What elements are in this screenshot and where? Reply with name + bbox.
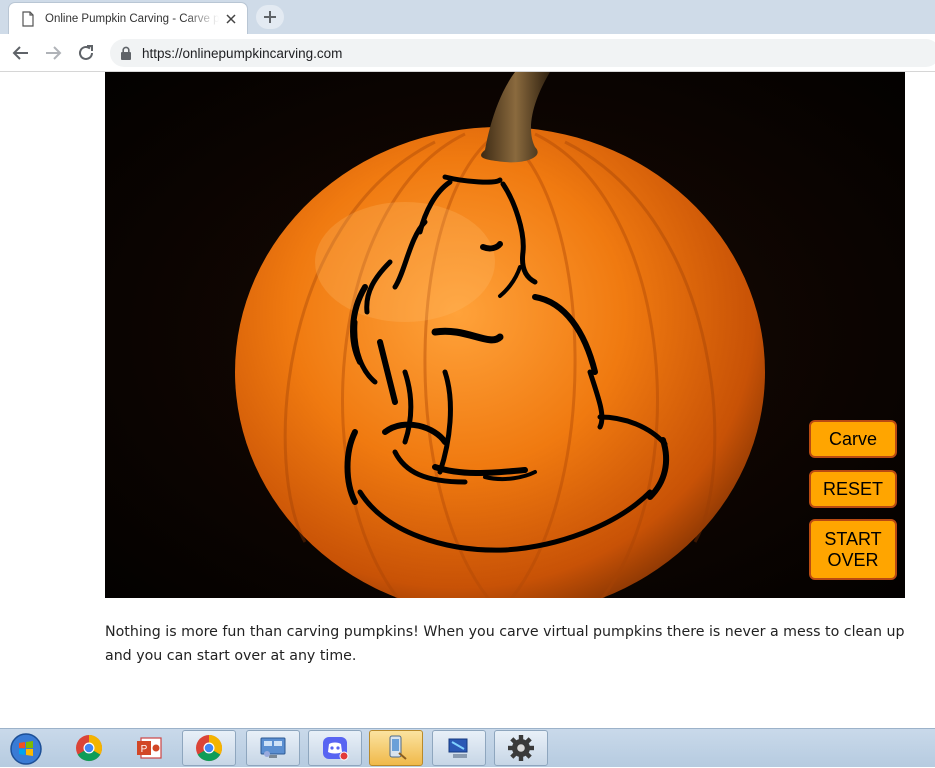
plus-icon <box>264 11 276 23</box>
carve-button[interactable]: Carve <box>809 420 897 458</box>
tab-strip: Online Pumpkin Carving - Carve pumpkins … <box>0 0 935 34</box>
page-description: Nothing is more fun than carving pumpkin… <box>105 624 905 664</box>
page-icon <box>22 10 34 27</box>
taskbar-discord[interactable] <box>308 730 362 766</box>
lock-icon <box>121 46 131 60</box>
page-content: Carve RESET START OVER Nothing is more f… <box>0 72 935 728</box>
chrome-icon <box>76 734 103 762</box>
address-bar[interactable]: https://onlinepumpkincarving.com <box>110 39 935 67</box>
taskbar-settings[interactable] <box>494 730 548 766</box>
start-orb-icon <box>10 732 42 765</box>
taskbar-network[interactable] <box>432 730 486 766</box>
svg-text:P: P <box>141 744 148 755</box>
new-tab-button[interactable] <box>256 5 284 29</box>
taskbar-chrome[interactable] <box>62 730 116 766</box>
reload-icon <box>79 45 93 60</box>
powerpoint-icon: P <box>137 737 162 759</box>
taskbar-chrome-window[interactable] <box>182 730 236 766</box>
taskbar: P <box>0 728 935 767</box>
tab-title: Online Pumpkin Carving - Carve pumpkins … <box>45 12 219 25</box>
reload-button[interactable] <box>75 42 97 64</box>
start-over-button[interactable]: START OVER <box>809 519 897 580</box>
discord-icon <box>323 737 349 761</box>
pumpkin-canvas[interactable]: Carve RESET START OVER <box>105 72 905 598</box>
phone-link-icon <box>389 735 407 760</box>
start-button[interactable] <box>6 729 46 768</box>
taskbar-phone-link[interactable] <box>369 730 423 766</box>
remote-desktop-icon <box>260 737 286 758</box>
chrome-icon <box>196 734 223 762</box>
close-icon[interactable] <box>223 11 239 27</box>
arrow-left-icon <box>12 46 28 60</box>
browser-toolbar: https://onlinepumpkincarving.com <box>0 34 935 72</box>
back-button[interactable] <box>10 42 32 64</box>
pumpkin-image <box>105 72 905 598</box>
url-text: https://onlinepumpkincarving.com <box>142 45 343 61</box>
taskbar-powerpoint[interactable]: P <box>122 730 176 766</box>
forward-button[interactable] <box>42 42 64 64</box>
settings-gear-icon <box>508 735 534 761</box>
reset-button[interactable]: RESET <box>809 470 897 508</box>
browser-tab[interactable]: Online Pumpkin Carving - Carve pumpkins … <box>8 2 248 34</box>
arrow-right-icon <box>46 46 62 60</box>
taskbar-remote-desktop[interactable] <box>246 730 300 766</box>
network-icon <box>448 738 468 758</box>
